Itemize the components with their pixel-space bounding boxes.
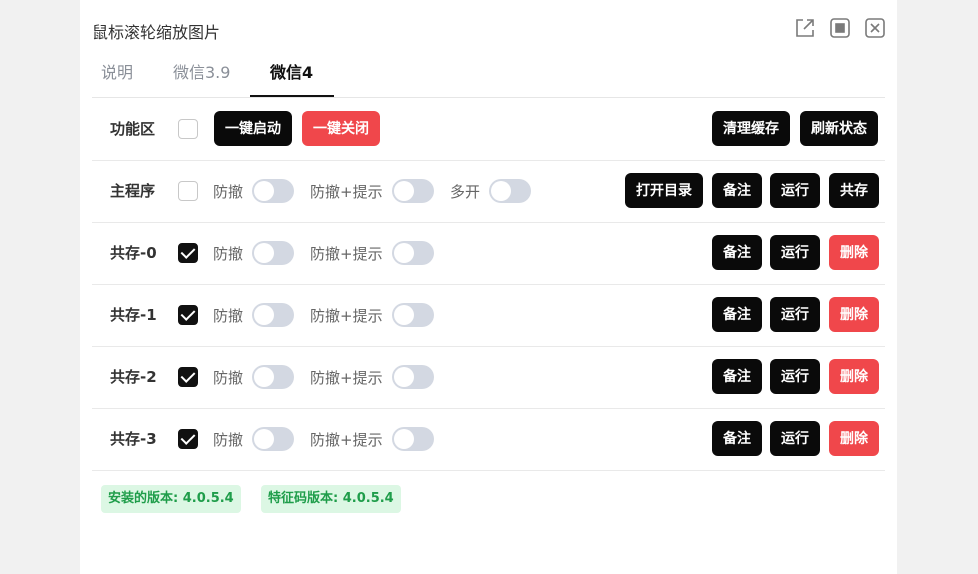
coexist-row-label: 共存-2 (110, 368, 157, 386)
coexist-row-1: 共存-1 防撤 防撤+提示 备注 运行 删除 (92, 284, 885, 347)
tab-instructions[interactable]: 说明 (101, 59, 133, 83)
anti-recall-hint-toggle[interactable] (392, 303, 434, 327)
anti-recall-label: 防撤 (213, 183, 244, 201)
coexist-row-2: 共存-2 防撤 防撤+提示 备注 运行 删除 (92, 346, 885, 409)
anti-recall-toggle[interactable] (252, 303, 294, 327)
coexist-row-0: 共存-0 防撤 防撤+提示 备注 运行 删除 (92, 222, 885, 285)
run-button[interactable]: 运行 (770, 421, 820, 456)
note-button[interactable]: 备注 (712, 173, 762, 208)
coexist-button[interactable]: 共存 (829, 173, 879, 208)
run-button[interactable]: 运行 (770, 359, 820, 394)
anti-recall-label: 防撤 (213, 307, 244, 325)
anti-recall-hint-toggle[interactable] (392, 241, 434, 265)
coexist-row-label: 共存-3 (110, 430, 157, 448)
anti-recall-hint-toggle[interactable] (392, 179, 434, 203)
close-icon[interactable] (862, 15, 888, 41)
anti-recall-hint-label: 防撤+提示 (310, 245, 383, 263)
multi-open-label: 多开 (450, 183, 481, 201)
anti-recall-label: 防撤 (213, 431, 244, 449)
installed-version-badge: 安装的版本: 4.0.5.4 (101, 485, 241, 513)
anti-recall-hint-label: 防撤+提示 (310, 183, 383, 201)
main-program-row: 主程序 防撤 防撤+提示 多开 打开目录 备注 运行 共存 (92, 160, 885, 223)
anti-recall-hint-label: 防撤+提示 (310, 431, 383, 449)
function-select-all-checkbox[interactable] (178, 119, 198, 139)
note-button[interactable]: 备注 (712, 359, 762, 394)
main-program-label: 主程序 (110, 182, 156, 200)
coexist-checkbox[interactable] (178, 305, 198, 325)
coexist-checkbox[interactable] (178, 243, 198, 263)
window-controls (792, 15, 888, 41)
delete-button[interactable]: 删除 (829, 421, 879, 456)
anti-recall-toggle[interactable] (252, 427, 294, 451)
coexist-row-label: 共存-1 (110, 306, 157, 324)
function-row-label: 功能区 (110, 120, 156, 138)
anti-recall-hint-toggle[interactable] (392, 365, 434, 389)
stop-icon[interactable] (827, 15, 853, 41)
wechat-tool-panel: 鼠标滚轮缩放图片 说明 微信3.9 微信4 功能区 一键启动 一键关闭 清理缓存… (80, 0, 897, 574)
coexist-checkbox[interactable] (178, 367, 198, 387)
run-button[interactable]: 运行 (770, 235, 820, 270)
delete-button[interactable]: 删除 (829, 297, 879, 332)
multi-open-toggle[interactable] (489, 179, 531, 203)
external-link-icon[interactable] (792, 15, 818, 41)
anti-recall-label: 防撤 (213, 369, 244, 387)
signature-version-badge: 特征码版本: 4.0.5.4 (261, 485, 401, 513)
coexist-row-3: 共存-3 防撤 防撤+提示 备注 运行 删除 (92, 408, 885, 471)
open-directory-button[interactable]: 打开目录 (625, 173, 703, 208)
note-button[interactable]: 备注 (712, 297, 762, 332)
tab-wechat-3-9[interactable]: 微信3.9 (173, 59, 230, 83)
anti-recall-toggle[interactable] (252, 179, 294, 203)
anti-recall-hint-label: 防撤+提示 (310, 369, 383, 387)
anti-recall-hint-toggle[interactable] (392, 427, 434, 451)
tab-wechat-4[interactable]: 微信4 (270, 59, 313, 83)
main-program-checkbox[interactable] (178, 181, 198, 201)
anti-recall-toggle[interactable] (252, 365, 294, 389)
anti-recall-label: 防撤 (213, 245, 244, 263)
note-button[interactable]: 备注 (712, 421, 762, 456)
start-all-button[interactable]: 一键启动 (214, 111, 292, 146)
anti-recall-hint-label: 防撤+提示 (310, 307, 383, 325)
run-button[interactable]: 运行 (770, 173, 820, 208)
delete-button[interactable]: 删除 (829, 359, 879, 394)
note-button[interactable]: 备注 (712, 235, 762, 270)
anti-recall-toggle[interactable] (252, 241, 294, 265)
run-button[interactable]: 运行 (770, 297, 820, 332)
tab-bar: 说明 微信3.9 微信4 (80, 52, 897, 98)
coexist-row-label: 共存-0 (110, 244, 157, 262)
function-row: 功能区 一键启动 一键关闭 清理缓存 刷新状态 (92, 98, 885, 161)
clear-cache-button[interactable]: 清理缓存 (712, 111, 790, 146)
window-title: 鼠标滚轮缩放图片 (92, 23, 221, 42)
refresh-status-button[interactable]: 刷新状态 (800, 111, 878, 146)
delete-button[interactable]: 删除 (829, 235, 879, 270)
close-all-button[interactable]: 一键关闭 (302, 111, 380, 146)
coexist-checkbox[interactable] (178, 429, 198, 449)
